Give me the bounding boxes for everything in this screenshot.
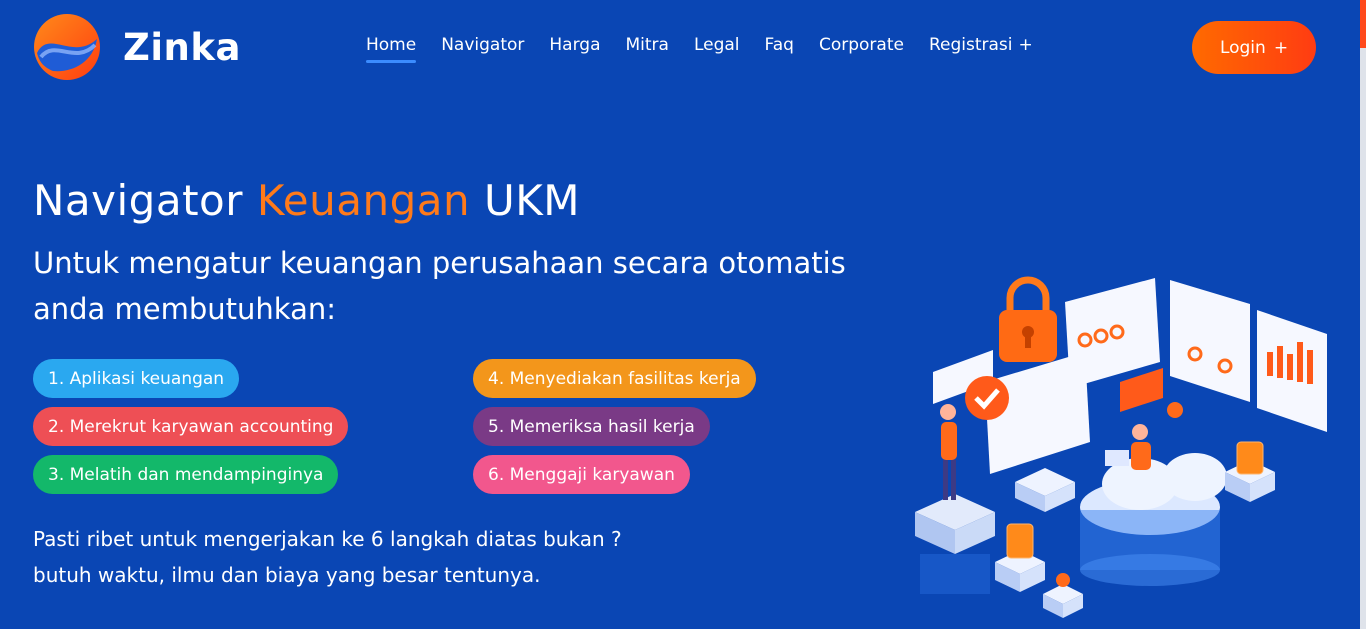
plus-icon: +: [1273, 37, 1289, 58]
nav-legal[interactable]: Legal: [694, 35, 740, 63]
hero-title-part2: UKM: [470, 176, 581, 225]
brand-name: Zinka: [123, 25, 241, 69]
footer-text: Pasti ribet untuk mengerjakan ke 6 langk…: [33, 521, 622, 593]
step-pill-1[interactable]: 1. Aplikasi keuangan: [33, 359, 240, 398]
checkmark-icon: [965, 376, 1009, 420]
isometric-finance-dashboard-illustration: [915, 276, 1327, 618]
step-pill-4[interactable]: 4. Menyediakan fasilitas kerja: [473, 359, 756, 398]
step-pill-3[interactable]: 3. Melatih dan mendampinginya: [33, 455, 339, 494]
hero-subtitle: Untuk mengatur keuangan perusahaan secar…: [33, 246, 846, 326]
speech-card-shape: [1120, 368, 1163, 412]
man-figure-icon: [1105, 424, 1151, 470]
step-pill-2[interactable]: 2. Merekrut karyawan accounting: [33, 407, 349, 446]
page-scrollbar[interactable]: [1360, 0, 1366, 629]
main-nav: Home Navigator Harga Mitra Legal Faq Cor…: [366, 35, 1058, 63]
footer-line-1: Pasti ribet untuk mengerjakan ke 6 langk…: [33, 527, 622, 551]
nav-registrasi-label: Registrasi: [928, 35, 1013, 55]
scrollbar-thumb[interactable]: [1360, 0, 1366, 48]
platform-shape: [915, 494, 995, 594]
logo[interactable]: Zinka: [33, 13, 241, 81]
nav-corporate[interactable]: Corporate: [819, 35, 904, 63]
zinka-logo-icon: [34, 14, 100, 80]
hero-title-part1: Navigator: [33, 176, 257, 225]
hero-title-accent: Keuangan: [256, 176, 471, 225]
login-label: Login: [1219, 37, 1266, 58]
nav-harga[interactable]: Harga: [549, 35, 600, 63]
site-header: Zinka Home Navigator Harga Mitra Legal F…: [0, 0, 1360, 96]
nav-home[interactable]: Home: [366, 35, 417, 63]
nav-registrasi[interactable]: Registrasi +: [929, 35, 1033, 63]
step-pill-6[interactable]: 6. Menggaji karyawan: [473, 455, 690, 494]
nav-navigator[interactable]: Navigator: [441, 35, 524, 63]
step-pill-5[interactable]: 5. Memeriksa hasil kerja: [473, 407, 710, 446]
nav-mitra[interactable]: Mitra: [626, 35, 669, 63]
footer-line-2: butuh waktu, ilmu dan biaya yang besar t…: [33, 563, 541, 587]
hero-title: Navigator Keuangan UKM: [33, 176, 580, 225]
login-button[interactable]: Login +: [1192, 21, 1316, 74]
nav-faq[interactable]: Faq: [765, 35, 794, 63]
lock-icon: [999, 276, 1057, 362]
cloud-platform-shape: [1080, 453, 1227, 586]
plus-icon: +: [1018, 35, 1033, 55]
woman-figure-icon: [940, 404, 957, 500]
